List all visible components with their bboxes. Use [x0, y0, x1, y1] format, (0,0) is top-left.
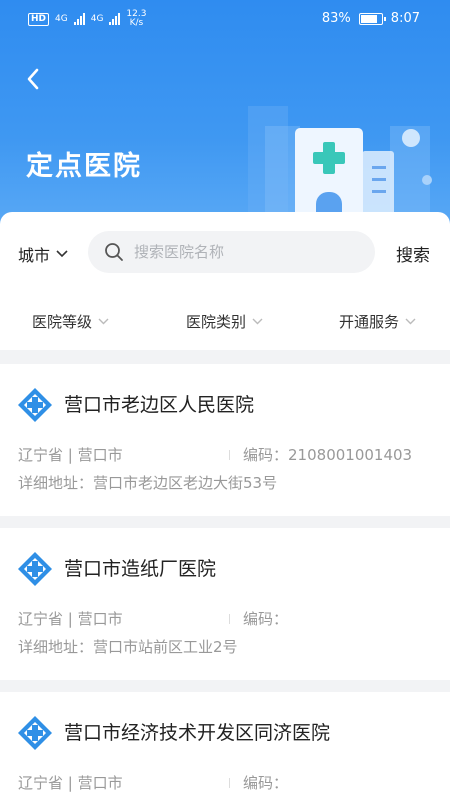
search-button[interactable]: 搜索: [396, 241, 430, 266]
network-type-b: 4G: [90, 13, 104, 24]
code-label: 编码：: [243, 610, 289, 628]
dropdown-label: 医院等级: [32, 313, 93, 331]
hospital-region: 辽宁省 | 营口市: [18, 446, 123, 464]
dropdown-hospital-level[interactable]: 医院等级: [32, 311, 109, 332]
battery-percent: 83%: [321, 11, 351, 26]
medical-cross-logo-icon: [18, 388, 52, 422]
dropdown-hospital-type[interactable]: 医院类别: [186, 311, 263, 332]
hospital-code: 编码：2108001001403: [243, 444, 412, 465]
hd-badge: HD: [28, 12, 50, 26]
code-label: 编码：: [243, 446, 289, 464]
filter-panel: 城市 搜索 医院等级 医院类别 开通服务: [0, 212, 450, 350]
chevron-down-icon: [405, 318, 416, 325]
hospital-building-illustration: [248, 106, 432, 226]
medical-cross-logo-icon: [18, 716, 52, 750]
hospital-card[interactable]: 营口市经济技术开发区同济医院 辽宁省 | 营口市 编码：: [0, 692, 450, 800]
chevron-down-icon: [252, 318, 263, 325]
medical-cross-logo-icon: [18, 552, 52, 586]
hospital-region: 辽宁省 | 营口市: [18, 774, 123, 792]
hospital-name: 营口市经济技术开发区同济医院: [64, 722, 331, 744]
hospital-code: 编码：: [243, 772, 288, 793]
city-label: 城市: [18, 246, 51, 265]
net-speed-unit: K/s: [129, 18, 144, 28]
status-bar: HD 4G 4G 12.3 K/s 83% 8:07: [0, 0, 450, 38]
dropdown-label: 医院类别: [186, 313, 247, 331]
page-title: 定点医院: [26, 151, 142, 182]
divider: [229, 778, 230, 788]
chevron-down-icon: [98, 318, 109, 325]
status-right: 83% 8:07: [322, 11, 420, 26]
hospital-address: 详细地址：营口市站前区工业2号: [18, 638, 238, 656]
hospital-region: 辽宁省 | 营口市: [18, 610, 123, 628]
header: HD 4G 4G 12.3 K/s 83% 8:07 定点医院: [0, 0, 450, 230]
search-input[interactable]: [134, 243, 354, 261]
city-selector[interactable]: 城市: [18, 242, 68, 266]
signal-icon-a: [73, 13, 85, 25]
hospital-card[interactable]: 营口市造纸厂医院 辽宁省 | 营口市 编码： 详细地址：营口市站前区工业2号: [0, 528, 450, 680]
search-icon: [105, 243, 123, 261]
status-left: HD 4G 4G 12.3 K/s: [28, 10, 146, 28]
code-value: 2108001001403: [288, 446, 413, 464]
dropdown-label: 开通服务: [339, 313, 400, 331]
search-box[interactable]: [88, 231, 375, 273]
hospital-card[interactable]: 营口市老边区人民医院 辽宁省 | 营口市 编码：2108001001403 详细…: [0, 364, 450, 516]
chevron-down-icon: [56, 250, 68, 258]
code-label: 编码：: [243, 774, 289, 792]
network-type-a: 4G: [55, 13, 68, 24]
divider: [229, 614, 230, 624]
back-arrow-icon[interactable]: [20, 64, 50, 94]
net-speed: 12.3 K/s: [126, 10, 146, 28]
clock: 8:07: [390, 11, 420, 26]
hospital-name: 营口市造纸厂医院: [64, 558, 217, 580]
signal-icon-b: [109, 13, 121, 25]
hospital-address: 详细地址：营口市老边区老边大街53号: [18, 474, 278, 492]
hospital-name: 营口市老边区人民医院: [64, 394, 255, 416]
hospital-code: 编码：: [243, 608, 288, 629]
divider: [229, 450, 230, 460]
dropdown-services[interactable]: 开通服务: [339, 311, 416, 332]
battery-icon: [358, 12, 386, 25]
